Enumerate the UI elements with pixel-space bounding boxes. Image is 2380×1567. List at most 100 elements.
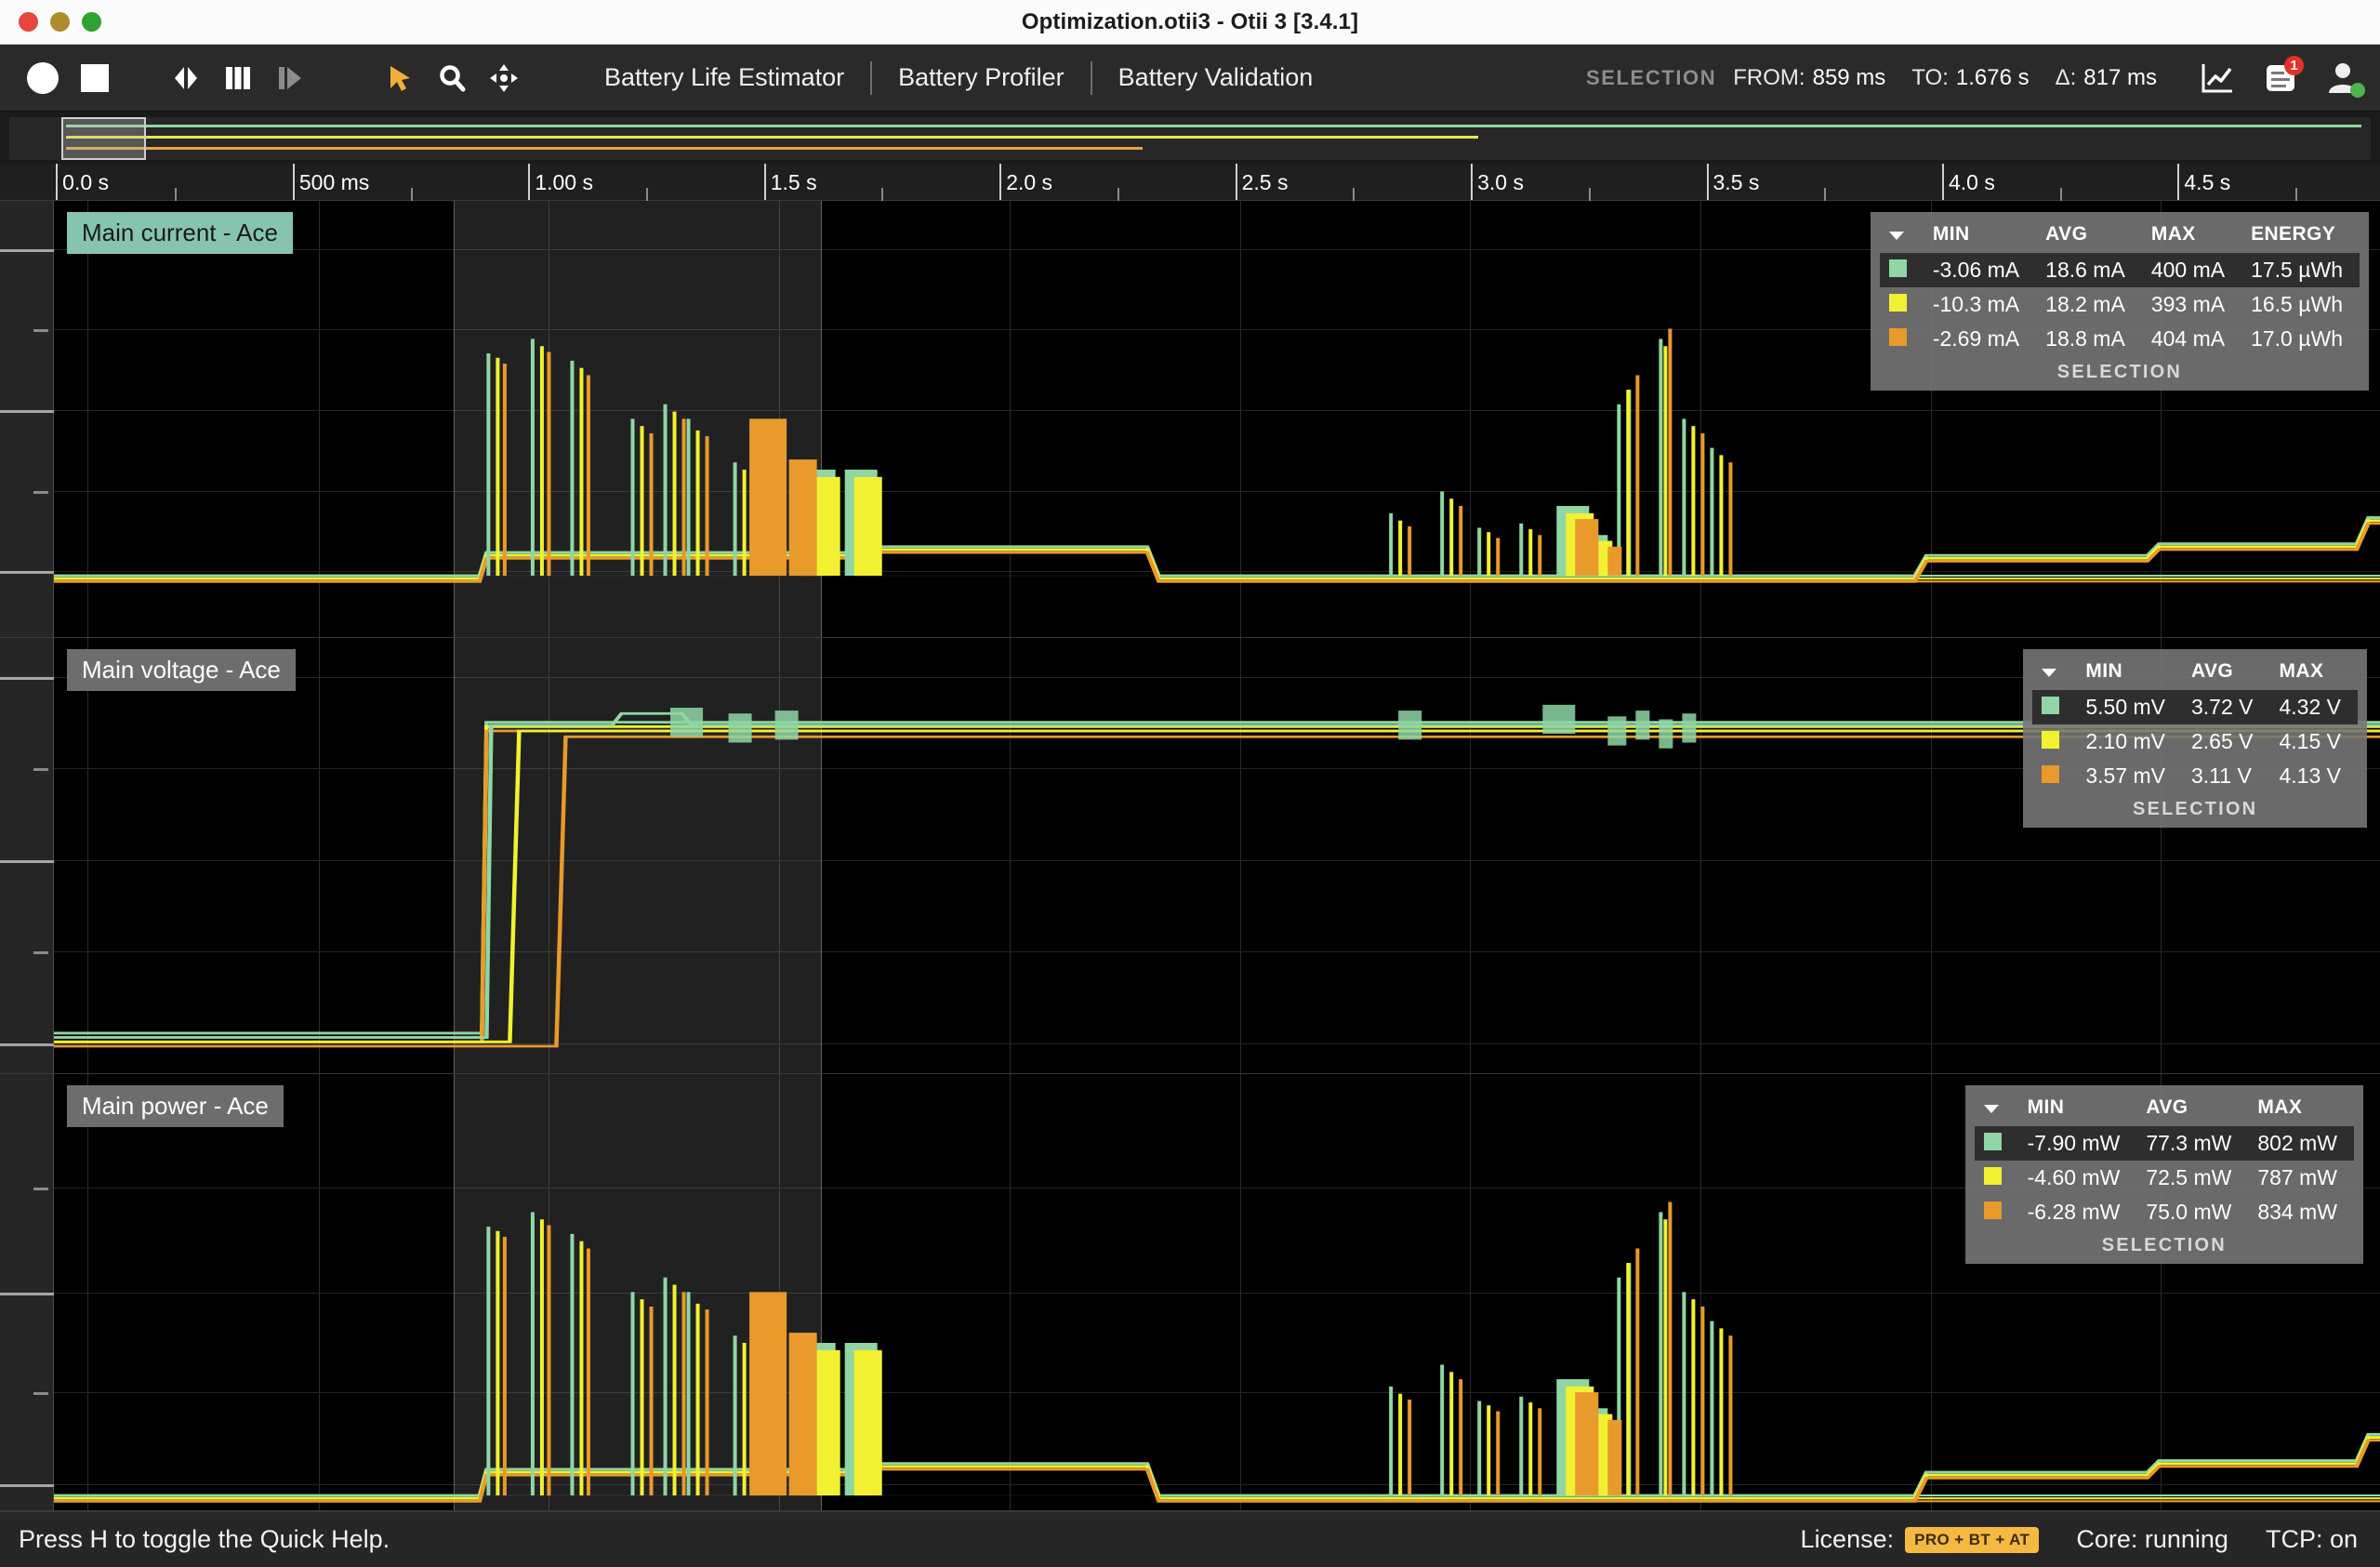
stats-cell: -2.69 mA — [1932, 326, 2020, 351]
time-ruler[interactable]: 0.0 s 500 ms 1.00 s 1.5 s 2.0 s 2.5 s 3.0 s 3.5… — [0, 164, 2380, 201]
y-axis-power[interactable]: 1 W0.0 W — [0, 1074, 54, 1511]
view-controls — [160, 52, 316, 104]
plot-area-current[interactable]: Main current - Ace MIN AVG MAX ENERGY -3.06 m… — [54, 201, 2380, 637]
overview-selection-handle[interactable] — [60, 117, 147, 160]
stats-cell: 18.2 mA — [2045, 292, 2125, 316]
stats-column-header[interactable]: AVG — [2036, 218, 2142, 253]
stats-column-header[interactable]: MAX — [2270, 655, 2359, 690]
pan-tool-button[interactable] — [478, 52, 530, 104]
series-color-swatch — [1975, 1161, 2018, 1195]
stats-cell: 2.65 V — [2191, 728, 2254, 753]
stats-table: MIN AVG MAX -7.90 mW 77.3 mW 802 mW -4.60 mW 72… — [1974, 1091, 2354, 1229]
stats-header-row: MIN AVG MAX — [1975, 1091, 2354, 1126]
stats-row[interactable]: -3.06 mA 18.6 mA 400 mA 17.5 µWh — [1879, 253, 2360, 287]
quick-help-hint: Press H to toggle the Quick Help. — [19, 1525, 390, 1553]
stats-row[interactable]: -10.3 mA 18.2 mA 393 mA 16.5 µWh — [1880, 287, 2360, 322]
notes-button[interactable]: 1 — [2259, 56, 2304, 100]
maximize-button[interactable] — [82, 12, 101, 32]
ruler-minor-tick — [2059, 188, 2062, 201]
minimize-button[interactable] — [50, 12, 70, 32]
y-axis-tick — [0, 859, 54, 863]
stats-panel-current[interactable]: MIN AVG MAX ENERGY -3.06 mA 18.6 mA 400 mA 17.5… — [1870, 212, 2369, 391]
close-button[interactable] — [19, 12, 38, 32]
y-axis-current[interactable]: 400 mA200 mA0.0 A — [0, 201, 54, 637]
plot-area-voltage[interactable]: Main voltage - Ace MIN AVG MAX 5.50 mV 3.72 V… — [54, 637, 2380, 1074]
stats-cell: 18.8 mA — [2045, 326, 2125, 351]
y-axis-tick — [0, 248, 54, 252]
timeline-overview[interactable] — [0, 112, 2380, 164]
stats-column-header[interactable]: MAX — [2248, 1091, 2354, 1126]
stop-icon — [81, 63, 109, 92]
pages-button[interactable] — [212, 52, 264, 104]
license-badge: PRO + BT + AT — [1905, 1526, 2040, 1553]
stats-table: MIN AVG MAX 5.50 mV 3.72 V 4.32 V 2.10 mV 2.65 … — [2032, 655, 2358, 793]
graph-label-voltage[interactable]: Main voltage - Ace — [67, 648, 296, 691]
tab-battery-life-estimator[interactable]: Battery Life Estimator — [578, 63, 870, 92]
stats-row[interactable]: -6.28 mW 75.0 mW 834 mW — [1975, 1195, 2354, 1229]
graph-stack: 400 mA200 mA0.0 AMain current - AceMINAV… — [0, 201, 2380, 1512]
selection-from-label: FROM: — [1733, 65, 1805, 90]
y-axis-tick — [33, 1188, 48, 1191]
ruler-tick-label: 2.0 s — [1006, 170, 1053, 194]
ruler-minor-tick — [2295, 188, 2298, 201]
sort-caret-icon[interactable] — [2032, 655, 2076, 690]
stats-row[interactable]: 2.10 mV 2.65 V 4.15 V — [2032, 724, 2358, 759]
stats-cell: 75.0 mW — [2146, 1200, 2232, 1225]
selection-delta-label: Δ: — [2055, 65, 2077, 90]
tab-battery-profiler[interactable]: Battery Profiler — [872, 63, 1091, 92]
stats-cell: 4.13 V — [2279, 763, 2342, 788]
stats-column-header[interactable]: MIN — [2018, 1091, 2137, 1126]
step-forward-button[interactable] — [264, 52, 316, 104]
plot-area-power[interactable]: Main power - Ace MIN AVG MAX -7.90 mW 77.3 mW… — [54, 1074, 2380, 1511]
stats-cell: 2.10 mV — [2085, 728, 2165, 753]
graph-power: 1 W0.0 W Main power - Ace MINAVGMAX-7.90 m… — [0, 1074, 2380, 1512]
license-label: License: — [1800, 1525, 1895, 1553]
ruler-minor-tick — [1353, 188, 1355, 201]
status-bar: Press H to toggle the Quick Help. Licens… — [0, 1511, 2380, 1567]
y-axis-tick — [33, 1392, 48, 1396]
stats-column-header[interactable]: ENERGY — [2241, 218, 2360, 253]
ruler-tick-label: 1.5 s — [770, 170, 817, 194]
chart-button[interactable] — [2196, 57, 2239, 100]
graph-label-current[interactable]: Main current - Ace — [67, 212, 293, 254]
title-bar: Optimization.otii3 - Otii 3 [3.4.1] — [0, 0, 2380, 45]
stats-cell: 802 mW — [2248, 1126, 2354, 1162]
fit-both-button[interactable] — [160, 52, 212, 104]
stats-row[interactable]: 5.50 mV 3.72 V 4.32 V — [2032, 689, 2358, 724]
record-icon — [27, 61, 59, 94]
stats-panel-voltage[interactable]: MIN AVG MAX 5.50 mV 3.72 V 4.32 V 2.10 mV 2.65 … — [2023, 648, 2367, 828]
stop-button[interactable] — [69, 52, 121, 104]
series-color-swatch — [1975, 1195, 2018, 1229]
stats-row[interactable]: -4.60 mW 72.5 mW 787 mW — [1975, 1161, 2354, 1195]
chart-icon — [2202, 64, 2232, 93]
stats-cell: 72.5 mW — [2146, 1165, 2232, 1190]
select-tool-button[interactable] — [374, 52, 426, 104]
stats-column-header[interactable]: MAX — [2142, 218, 2241, 253]
ruler-minor-tick — [881, 188, 884, 201]
stats-row[interactable]: 3.57 mV 3.11 V 4.13 V — [2032, 759, 2358, 793]
tab-battery-validation[interactable]: Battery Validation — [1092, 63, 1340, 92]
play-step-icon — [279, 66, 301, 89]
stats-column-header[interactable]: AVG — [2136, 1091, 2248, 1126]
stats-column-header[interactable]: MIN — [1924, 218, 2036, 253]
stats-footer: SELECTION — [2133, 798, 2258, 819]
y-axis-voltage[interactable]: 4 V2 V0.0 V — [0, 637, 54, 1074]
y-axis-tick — [0, 1483, 54, 1487]
overview-track-area[interactable] — [9, 117, 2371, 160]
ruler-tick-label: 0.0 s — [62, 170, 110, 194]
zoom-tool-button[interactable] — [426, 52, 478, 104]
stats-row[interactable]: -2.69 mA 18.8 mA 404 mA 17.0 µWh — [1880, 322, 2360, 356]
user-account-button[interactable] — [2322, 57, 2365, 100]
series-color-swatch — [2032, 724, 2076, 759]
stats-column-header[interactable]: AVG — [2182, 655, 2270, 690]
graph-label-power[interactable]: Main power - Ace — [67, 1085, 284, 1128]
status-right-group: License: PRO + BT + AT Core: running TCP… — [1801, 1525, 2358, 1554]
sort-caret-icon[interactable] — [1880, 218, 1924, 253]
stats-row[interactable]: -7.90 mW 77.3 mW 802 mW — [1974, 1126, 2354, 1162]
stats-column-header[interactable]: MIN — [2076, 655, 2182, 690]
overview-track — [65, 147, 1144, 150]
sort-caret-icon[interactable] — [1975, 1091, 2018, 1126]
stats-panel-power[interactable]: MIN AVG MAX -7.90 mW 77.3 mW 802 mW -4.60 mW 72… — [1964, 1085, 2363, 1265]
record-button[interactable] — [17, 52, 69, 104]
search-icon — [440, 64, 466, 91]
